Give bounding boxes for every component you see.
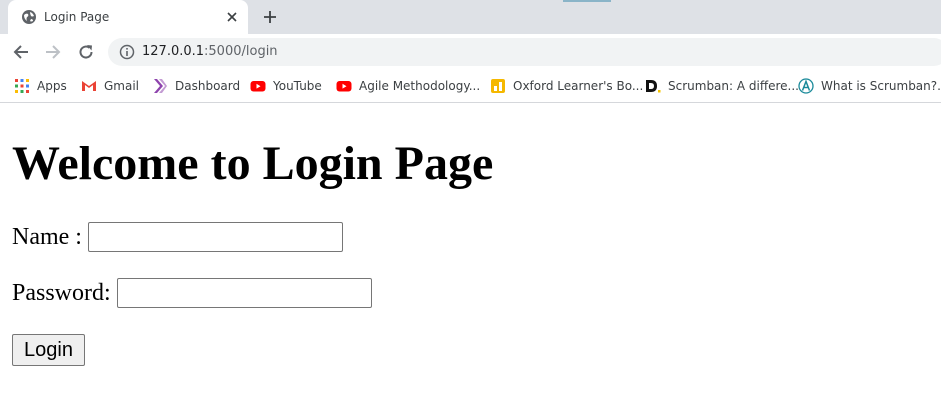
bookmark-dashboard[interactable]: Dashboard [152, 76, 240, 96]
apps-grid-icon [14, 78, 30, 94]
browser-toolbar: 127.0.0.1:5000/login [0, 34, 941, 70]
password-label: Password: [12, 279, 111, 306]
new-tab-plus-icon[interactable] [258, 6, 282, 28]
page-content: Welcome to Login Page Name : Password: L… [0, 103, 941, 404]
bookmark-agile-methodology[interactable]: Agile Methodology... [336, 76, 480, 96]
bookmarks-bar: Apps Gmail Dashboard YouTube Agile Metho… [0, 70, 941, 103]
password-row: Password: [12, 278, 372, 308]
bookmark-gmail[interactable]: Gmail [81, 76, 139, 96]
bookmark-label: Scrumban: A differe... [668, 79, 799, 93]
bookmark-label: Agile Methodology... [359, 79, 481, 93]
back-arrow-icon[interactable] [9, 40, 33, 64]
tab-strip-accent [563, 0, 611, 2]
bookmark-label: Oxford Learner's Bo... [513, 79, 644, 93]
bookmark-apps[interactable]: Apps [14, 76, 67, 96]
gmail-icon [81, 78, 97, 94]
reload-icon[interactable] [74, 40, 98, 64]
name-row: Name : [12, 222, 343, 252]
dashboard-icon [152, 78, 168, 94]
bookmark-label: What is Scrumban?... [821, 79, 941, 93]
page-title: Welcome to Login Page [12, 137, 494, 190]
bookmark-label: Gmail [104, 79, 140, 93]
d-logo-icon [645, 78, 661, 94]
forward-arrow-icon[interactable] [41, 40, 65, 64]
bookmark-scrumban-difference[interactable]: Scrumban: A differe... [645, 76, 799, 96]
url-text: 127.0.0.1:5000/login [142, 44, 278, 59]
bookmark-label: Apps [37, 79, 67, 93]
url-host: 127.0.0.1 [142, 44, 205, 59]
url-path: :5000/login [204, 44, 278, 59]
bookmark-what-is-scrumban[interactable]: What is Scrumban?... [798, 76, 941, 96]
oxford-icon [490, 78, 506, 94]
a-logo-icon [798, 78, 814, 94]
globe-icon [21, 9, 37, 25]
bookmark-label: YouTube [273, 79, 322, 93]
address-bar[interactable]: 127.0.0.1:5000/login [108, 38, 941, 66]
tab-strip: Login Page [0, 0, 941, 34]
info-icon[interactable] [119, 44, 135, 60]
bookmark-label: Dashboard [175, 79, 241, 93]
login-button[interactable]: Login [12, 334, 85, 366]
name-label: Name : [12, 223, 82, 250]
youtube-icon [250, 78, 266, 94]
youtube-icon [336, 78, 352, 94]
password-input[interactable] [116, 278, 372, 308]
tab-title: Login Page [44, 10, 110, 24]
bookmark-youtube[interactable]: YouTube [250, 76, 322, 96]
bookmark-oxford-learners[interactable]: Oxford Learner's Bo... [490, 76, 643, 96]
close-tab-icon[interactable] [222, 7, 242, 27]
browser-tab-login-page[interactable]: Login Page [8, 0, 248, 34]
name-input[interactable] [87, 222, 343, 252]
